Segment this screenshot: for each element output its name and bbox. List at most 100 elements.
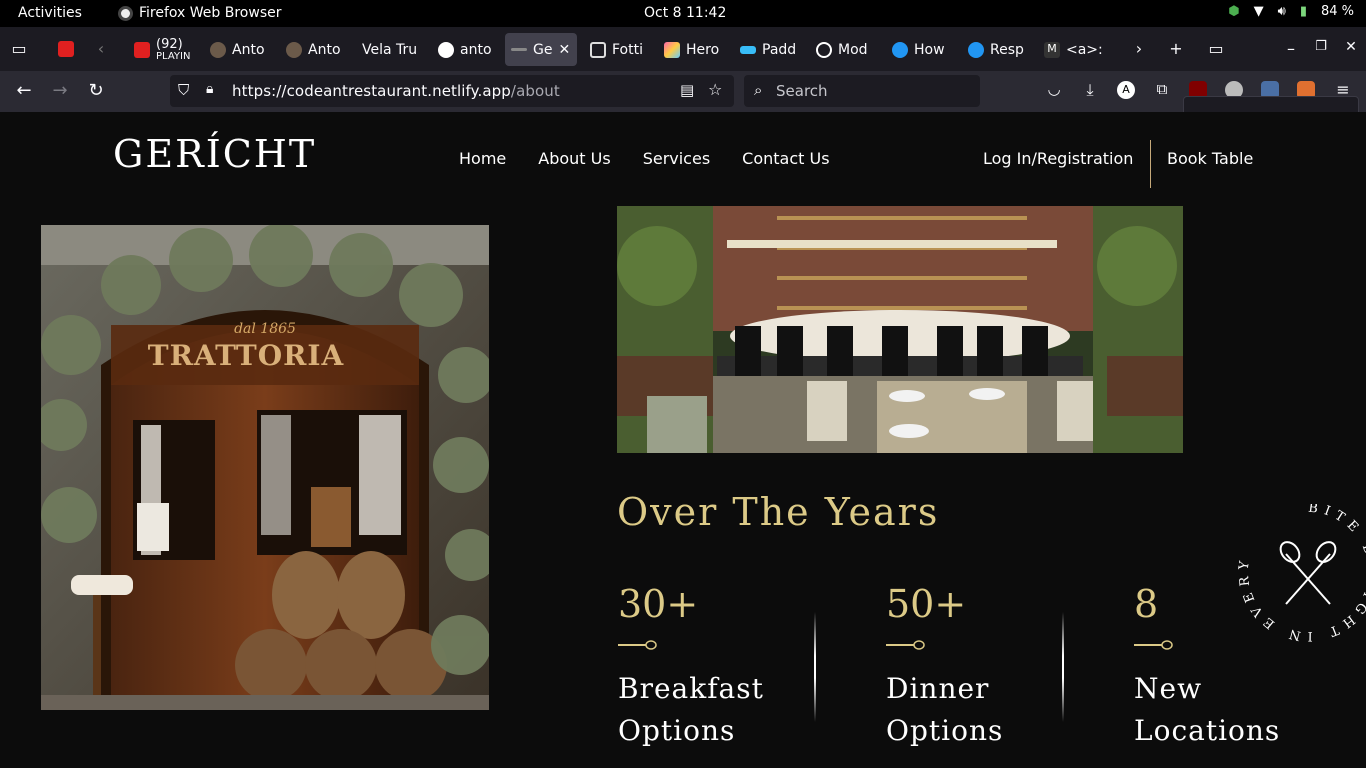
scroll-right-icon[interactable]: › bbox=[1128, 39, 1150, 58]
lock-icon[interactable]: 🔒︎ bbox=[206, 81, 213, 97]
trattoria-sign: TRATTORIA bbox=[148, 339, 345, 372]
nav-services[interactable]: Services bbox=[643, 149, 710, 168]
tab-label: Fotti bbox=[612, 41, 643, 58]
tab-close-icon[interactable]: ✕ bbox=[558, 42, 570, 58]
github-icon bbox=[438, 41, 454, 58]
tab-label: <a>: bbox=[1066, 41, 1103, 58]
m-icon: M bbox=[1044, 41, 1060, 58]
tab-anto-2[interactable]: Anto bbox=[280, 33, 348, 66]
book-table-link[interactable]: Book Table bbox=[1167, 149, 1253, 168]
shield-icon[interactable]: ⛉ bbox=[178, 81, 189, 99]
tab-anto-1[interactable]: Anto bbox=[204, 33, 272, 66]
tab-resp[interactable]: Resp bbox=[962, 33, 1030, 66]
tab-playing-label: PLAYIN bbox=[156, 51, 191, 62]
tab-label: Mod bbox=[838, 41, 868, 58]
close-window-icon[interactable]: ✕ bbox=[1340, 39, 1362, 55]
stat-divider bbox=[814, 612, 816, 722]
trattoria-photo: dal 1865 TRATTORIA bbox=[41, 225, 489, 710]
tab-label: Hero bbox=[686, 41, 720, 58]
login-link[interactable]: Log In/Registration bbox=[983, 149, 1133, 168]
avatar-icon bbox=[286, 41, 302, 58]
url-text[interactable]: https://codeantrestaurant.netlify.app/ab… bbox=[232, 82, 560, 100]
system-top-bar: Activities Firefox Web Browser Oct 8 11:… bbox=[0, 0, 1366, 27]
scroll-left-icon[interactable]: ‹ bbox=[90, 39, 112, 58]
nav-home[interactable]: Home bbox=[459, 149, 506, 168]
battery-percent: 84 % bbox=[1320, 4, 1354, 19]
font-icon bbox=[590, 41, 606, 58]
site-logo[interactable]: GERÍCHT bbox=[113, 132, 316, 176]
restaurant-icon bbox=[511, 48, 527, 51]
stat-label: Dinner Options bbox=[886, 672, 1004, 747]
activities-button[interactable]: Activities bbox=[18, 5, 82, 21]
trattoria-year: dal 1865 bbox=[234, 321, 296, 337]
stat-number: 50+ bbox=[886, 582, 967, 626]
minimize-icon[interactable]: – bbox=[1280, 39, 1302, 58]
nav-contact-us[interactable]: Contact Us bbox=[742, 149, 829, 168]
tab-overview-icon[interactable]: ▭ bbox=[8, 39, 30, 58]
tab-github[interactable]: anto bbox=[432, 33, 498, 66]
maximize-icon[interactable]: ❐ bbox=[1310, 39, 1332, 54]
account-icon[interactable]: A bbox=[1117, 81, 1135, 99]
tab-label: anto bbox=[460, 41, 492, 58]
navigation-toolbar: ← → ↻ ⛉ 🔒︎ https://codeantrestaurant.net… bbox=[0, 71, 1366, 112]
tab-label: Ge bbox=[533, 41, 553, 58]
clock[interactable]: Oct 8 11:42 bbox=[644, 5, 726, 21]
tab-mod[interactable]: Mod bbox=[810, 33, 876, 66]
url-bar[interactable]: ⛉ 🔒︎ https://codeantrestaurant.netlify.a… bbox=[170, 75, 734, 107]
firefox-icon bbox=[118, 5, 133, 21]
tab-padd[interactable]: Padd bbox=[734, 33, 802, 66]
tab-vela[interactable]: Vela Tru bbox=[356, 33, 420, 66]
tab-gericht[interactable]: Ge ✕ bbox=[505, 33, 577, 66]
tab-fotti[interactable]: Fotti bbox=[584, 33, 652, 66]
tab-label: Resp bbox=[990, 41, 1024, 58]
tab-a[interactable]: M <a>: bbox=[1038, 33, 1106, 66]
list-all-tabs-icon[interactable]: ▭ bbox=[1205, 39, 1227, 58]
tab-strip: ▭ ‹ (92) PLAYIN Anto Anto Vela Tru anto … bbox=[0, 27, 1366, 71]
crossed-spoons-icon bbox=[1279, 541, 1337, 605]
spoon-divider-icon bbox=[618, 640, 657, 650]
search-bar[interactable]: ⌕ Search bbox=[744, 75, 980, 107]
gradient-icon bbox=[664, 41, 680, 58]
tab-how[interactable]: How bbox=[886, 33, 954, 66]
bite-delight-badge: BITE DELIGHT IN EVERY bbox=[1238, 504, 1366, 642]
nav-about-us[interactable]: About Us bbox=[538, 149, 610, 168]
spoon-divider-icon bbox=[1134, 640, 1173, 650]
blue-circle-icon bbox=[968, 41, 984, 58]
pocket-icon[interactable]: ◡ bbox=[1042, 80, 1066, 98]
search-icon: ⌕ bbox=[754, 81, 763, 99]
stat-divider bbox=[1062, 612, 1064, 722]
web-page: GERÍCHT Home About Us Services Contact U… bbox=[0, 112, 1366, 768]
stat-number: 30+ bbox=[618, 582, 699, 626]
battery-icon: ▮ bbox=[1299, 4, 1307, 19]
forward-icon[interactable]: → bbox=[48, 80, 72, 101]
search-placeholder: Search bbox=[776, 82, 828, 100]
tailwind-icon bbox=[740, 45, 756, 54]
app-menu[interactable]: Firefox Web Browser bbox=[118, 5, 282, 21]
new-tab-icon[interactable]: + bbox=[1165, 39, 1187, 58]
reload-icon[interactable]: ↻ bbox=[84, 80, 108, 101]
openai-icon bbox=[816, 41, 832, 58]
over-the-years-heading: Over The Years bbox=[617, 490, 940, 534]
avatar-icon bbox=[210, 41, 226, 58]
tab-youtube[interactable]: (92) PLAYIN bbox=[128, 33, 192, 66]
tab-hero[interactable]: Hero bbox=[658, 33, 726, 66]
nav-divider bbox=[1150, 140, 1151, 188]
youtube-mute-icon[interactable] bbox=[58, 41, 74, 57]
system-tray[interactable]: ⬢ ▼ 🔊︎ ▮ 84 % bbox=[1228, 4, 1354, 19]
tab-label: Anto bbox=[308, 41, 341, 58]
bookmark-star-icon[interactable]: ☆ bbox=[708, 80, 722, 99]
reader-view-icon[interactable]: ▤ bbox=[680, 81, 694, 99]
back-icon[interactable]: ← bbox=[12, 80, 36, 101]
tab-label: How bbox=[914, 41, 945, 58]
tab-label: Anto bbox=[232, 41, 265, 58]
tab-label: (92) bbox=[156, 37, 183, 52]
youtube-icon bbox=[134, 41, 150, 58]
extensions-icon[interactable]: ⧉ bbox=[1150, 80, 1174, 98]
volume-icon: 🔊︎ bbox=[1277, 4, 1286, 19]
downloads-icon[interactable]: ⤓ bbox=[1078, 80, 1102, 100]
spoon-divider-icon bbox=[886, 640, 925, 650]
tab-label: Vela Tru bbox=[362, 41, 418, 58]
stat-dinner: 50+ Dinner Options bbox=[886, 582, 1003, 752]
blue-circle-icon bbox=[892, 41, 908, 58]
app-name: Firefox Web Browser bbox=[139, 5, 282, 21]
